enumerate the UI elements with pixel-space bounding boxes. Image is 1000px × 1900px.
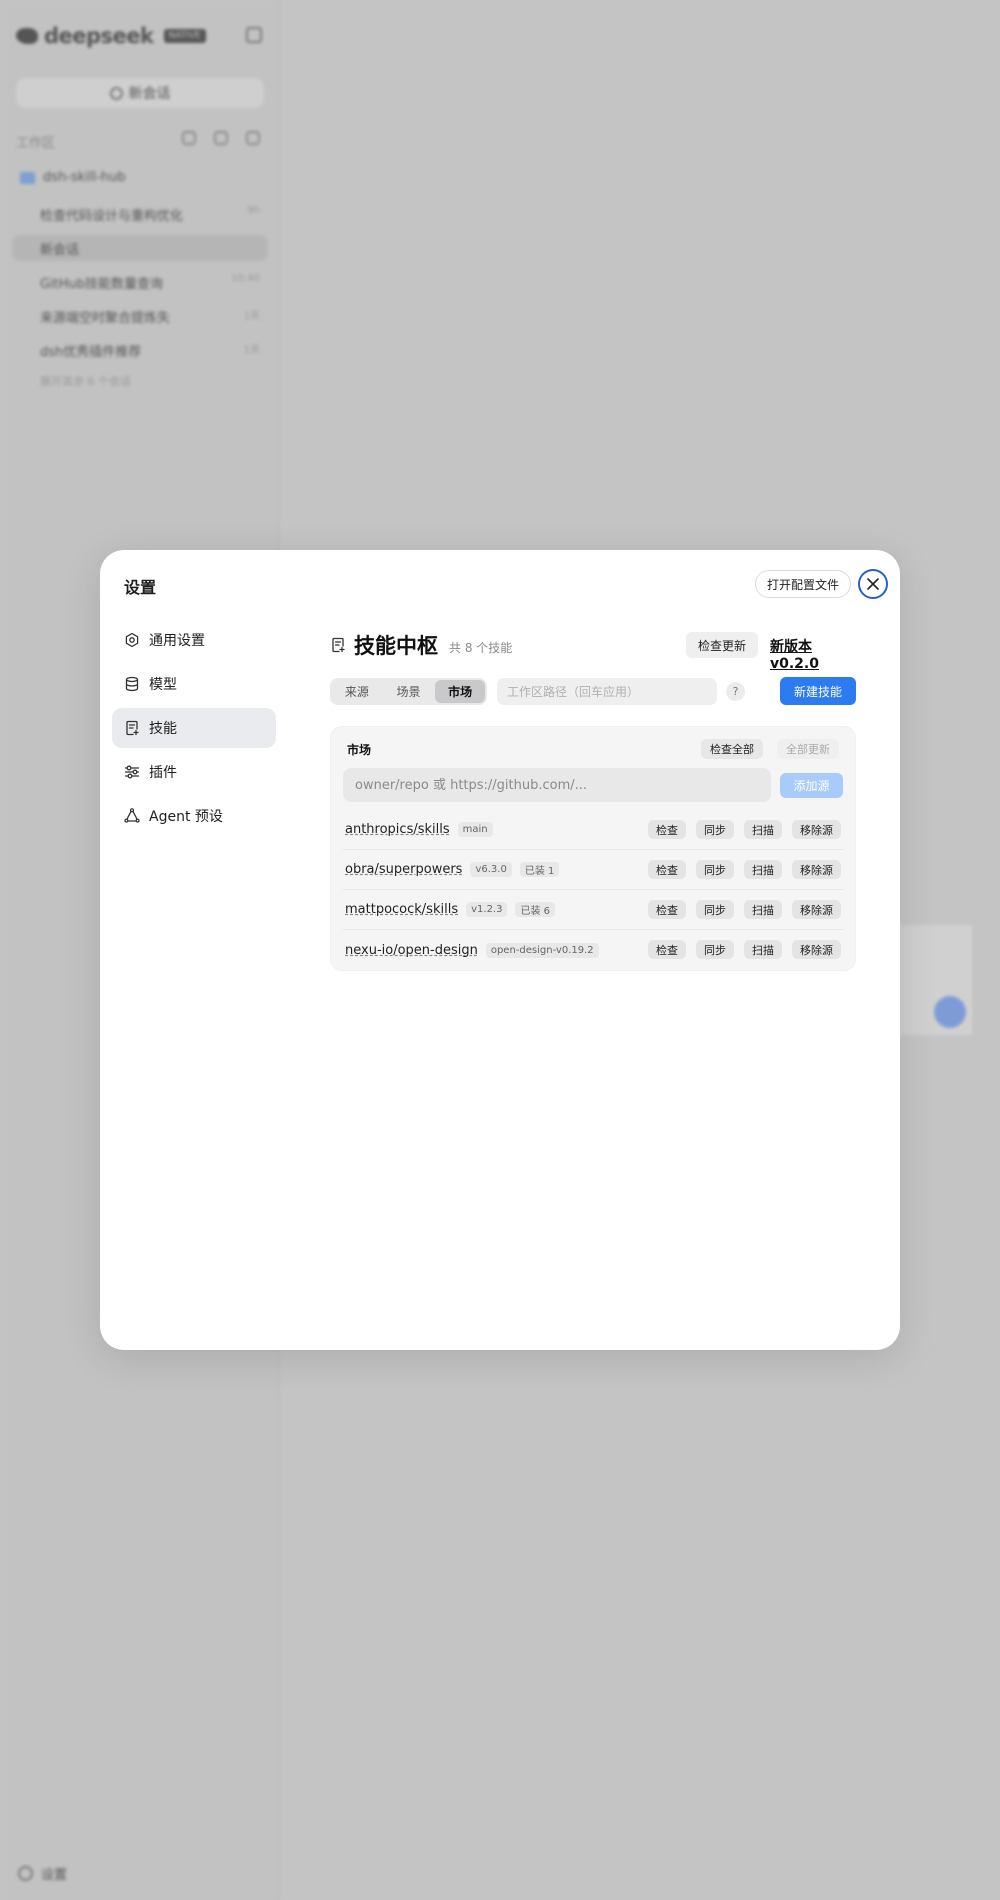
- nav-item-agent-presets[interactable]: Agent 预设: [112, 796, 276, 836]
- skill-doc-icon: [126, 720, 139, 736]
- database-icon: [125, 676, 139, 692]
- remove-source-button[interactable]: 移除源: [792, 940, 841, 959]
- hub-toolbar: 来源 场景 市场 ? 新建技能: [330, 677, 856, 705]
- sidebar-toggle-icon: [246, 27, 262, 43]
- repo-link[interactable]: nexu-io/open-design: [345, 943, 478, 958]
- source-list: anthropics/skills main 检查 同步 扫描 移除源 obra…: [343, 810, 843, 970]
- version-tag: v6.3.0: [470, 862, 512, 877]
- nav-item-plugins[interactable]: 插件: [112, 752, 276, 792]
- gear-icon: [125, 632, 139, 648]
- settings-gear-icon: [18, 1866, 33, 1881]
- remove-source-button[interactable]: 移除源: [792, 860, 841, 879]
- sync-button[interactable]: 同步: [696, 900, 734, 919]
- check-button[interactable]: 检查: [648, 900, 686, 919]
- market-card: 市场 检查全部 全部更新 添加源 anthropics/skills main …: [330, 726, 856, 971]
- whale-logo-icon: [16, 28, 38, 44]
- remove-source-button[interactable]: 移除源: [792, 900, 841, 919]
- row-actions: 检查 同步 扫描 移除源: [648, 940, 841, 959]
- open-config-button[interactable]: 打开配置文件: [755, 570, 852, 598]
- new-version-link[interactable]: 新版本 v0.2.0: [770, 636, 856, 672]
- bg-send-icon: [934, 996, 966, 1028]
- skill-count: 共 8 个技能: [449, 640, 513, 655]
- source-row: mattpocock/skills v1.2.3 已装 6 检查 同步 扫描 移…: [343, 890, 843, 930]
- modal-title: 设置: [124, 578, 157, 597]
- installed-tag: 已装 1: [519, 862, 560, 877]
- close-button[interactable]: [858, 569, 888, 599]
- settings-nav: 通用设置 模型 技能 插件 Agent 预设: [112, 620, 276, 840]
- workspace-path-input[interactable]: [497, 678, 717, 705]
- installed-tag: 已装 6: [515, 902, 556, 917]
- bg-settings: 设置: [18, 1864, 67, 1883]
- scan-button[interactable]: 扫描: [744, 940, 782, 959]
- remove-source-button[interactable]: 移除源: [792, 820, 841, 839]
- search-icon: [182, 131, 196, 145]
- row-actions: 检查 同步 扫描 移除源: [648, 900, 841, 919]
- branch-tag: main: [457, 822, 493, 837]
- hub-title: 技能中枢: [354, 634, 438, 658]
- bg-chat-item: 新会话: [40, 243, 80, 258]
- tab-scenes[interactable]: 场景: [384, 680, 434, 703]
- repo-link[interactable]: anthropics/skills: [345, 822, 450, 837]
- version-tag: open-design-v0.19.2: [485, 942, 599, 958]
- new-chat-icon: [109, 86, 123, 100]
- bg-chat-item: GitHub技能数量查询 10:40: [40, 273, 260, 292]
- sync-button[interactable]: 同步: [696, 820, 734, 839]
- sliders-icon: [124, 765, 140, 779]
- row-actions: 检查 同步 扫描 移除源: [648, 820, 841, 839]
- scan-button[interactable]: 扫描: [744, 860, 782, 879]
- add-source-button[interactable]: 添加源: [780, 773, 843, 798]
- nav-item-model[interactable]: 模型: [112, 664, 276, 704]
- repo-input[interactable]: [343, 768, 771, 802]
- help-button[interactable]: ?: [726, 682, 745, 701]
- sync-button[interactable]: 同步: [696, 860, 734, 879]
- nav-item-general[interactable]: 通用设置: [112, 620, 276, 660]
- check-update-button[interactable]: 检查更新: [686, 632, 759, 658]
- sync-button[interactable]: 同步: [696, 940, 734, 959]
- bg-show-more: 展开其余 6 个会话: [40, 375, 131, 388]
- workspace-icons: [182, 131, 260, 145]
- app-logo: deepseek NATIVE: [16, 24, 206, 48]
- workspace-folder: dsh-skill-hub: [20, 170, 126, 185]
- check-all-button[interactable]: 检查全部: [701, 739, 763, 759]
- update-all-button[interactable]: 全部更新: [777, 739, 839, 759]
- tab-sources[interactable]: 来源: [332, 680, 382, 703]
- new-skill-button[interactable]: 新建技能: [780, 677, 856, 705]
- source-row: nexu-io/open-design open-design-v0.19.2 …: [343, 930, 843, 970]
- nav-item-skills[interactable]: 技能: [112, 708, 276, 748]
- close-icon: [867, 578, 879, 590]
- settings-modal: 设置 打开配置文件 通用设置 模型 技能 插件 Agent 预设 技能中枢 共 …: [100, 550, 900, 1350]
- bg-chat-item: 检查代码设计与重构优化 9h: [40, 205, 260, 224]
- tab-market[interactable]: 市场: [435, 680, 486, 703]
- repo-link[interactable]: obra/superpowers: [345, 862, 462, 877]
- version-tag: v1.2.3: [466, 902, 508, 917]
- market-title: 市场: [347, 743, 372, 757]
- source-row: anthropics/skills main 检查 同步 扫描 移除源: [343, 810, 843, 850]
- bg-chat-item: dsh优秀插件推荐 1天: [40, 345, 260, 360]
- tree-icon: [214, 131, 228, 145]
- source-tabs: 来源 场景 市场: [330, 678, 487, 705]
- scan-button[interactable]: 扫描: [744, 900, 782, 919]
- scan-button[interactable]: 扫描: [744, 820, 782, 839]
- workspace-label: 工作区: [16, 136, 56, 151]
- repo-link[interactable]: mattpocock/skills: [345, 902, 458, 917]
- source-row: obra/superpowers v6.3.0 已装 1 检查 同步 扫描 移除…: [343, 850, 843, 890]
- new-folder-icon: [246, 131, 260, 145]
- check-button[interactable]: 检查: [648, 940, 686, 959]
- row-actions: 检查 同步 扫描 移除源: [648, 860, 841, 879]
- check-button[interactable]: 检查: [648, 860, 686, 879]
- folder-icon: [20, 171, 35, 184]
- skill-doc-icon: [332, 637, 345, 653]
- hub-header: 技能中枢 共 8 个技能 检查更新 新版本 v0.2.0: [330, 630, 856, 672]
- agent-icon: [124, 808, 140, 823]
- bg-chat-item: 来源端空时聚合提炼失 1天: [40, 311, 260, 326]
- skills-panel: 技能中枢 共 8 个技能 检查更新 新版本 v0.2.0 来源 场景 市场 ? …: [330, 630, 856, 971]
- check-button[interactable]: 检查: [648, 820, 686, 839]
- bg-new-chat-button: 新会话: [16, 78, 264, 108]
